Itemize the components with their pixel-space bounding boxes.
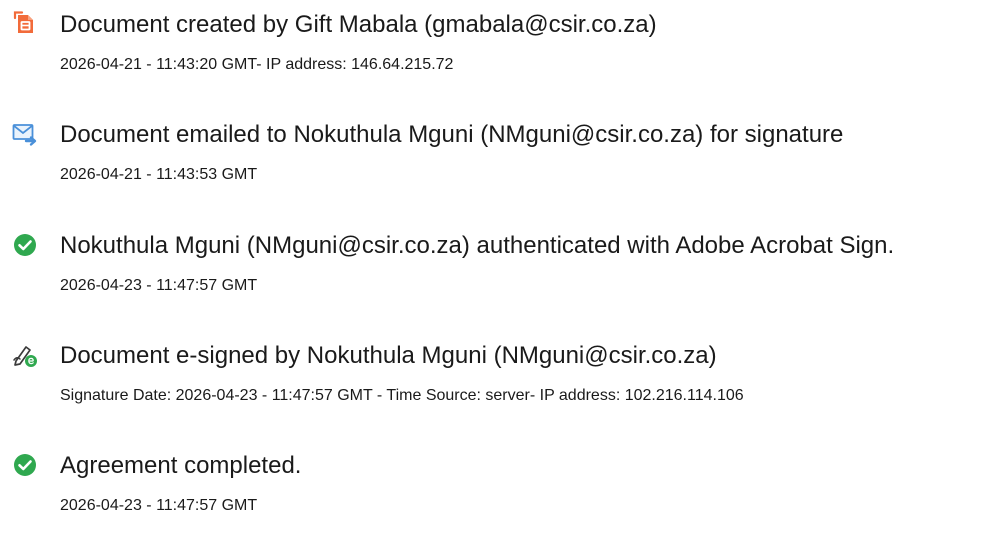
event-detail: 2026-04-23 - 11:47:57 GMT bbox=[60, 277, 258, 294]
document-created-icon bbox=[12, 11, 38, 37]
event-title: Nokuthula Mguni (NMguni@csir.co.za) auth… bbox=[60, 232, 895, 259]
event-detail: 2026-04-23 - 11:47:57 GMT bbox=[60, 497, 258, 514]
event-title: Document emailed to Nokuthula Mguni (NMg… bbox=[60, 121, 844, 148]
event-title: Agreement completed. bbox=[60, 452, 302, 479]
check-circle-icon bbox=[12, 232, 38, 258]
e-signature-pen-icon bbox=[12, 342, 38, 368]
event-title: Document created by Gift Mabala (gmabala… bbox=[60, 11, 657, 38]
event-detail: 2026-04-21 - 11:43:20 GMT- IP address: 1… bbox=[60, 56, 454, 73]
email-sent-icon bbox=[12, 121, 38, 147]
check-circle-icon bbox=[12, 452, 38, 478]
event-detail: Signature Date: 2026-04-23 - 11:47:57 GM… bbox=[60, 387, 744, 404]
event-detail: 2026-04-21 - 11:43:53 GMT bbox=[60, 166, 258, 183]
event-title: Document e-signed by Nokuthula Mguni (NM… bbox=[60, 342, 717, 369]
